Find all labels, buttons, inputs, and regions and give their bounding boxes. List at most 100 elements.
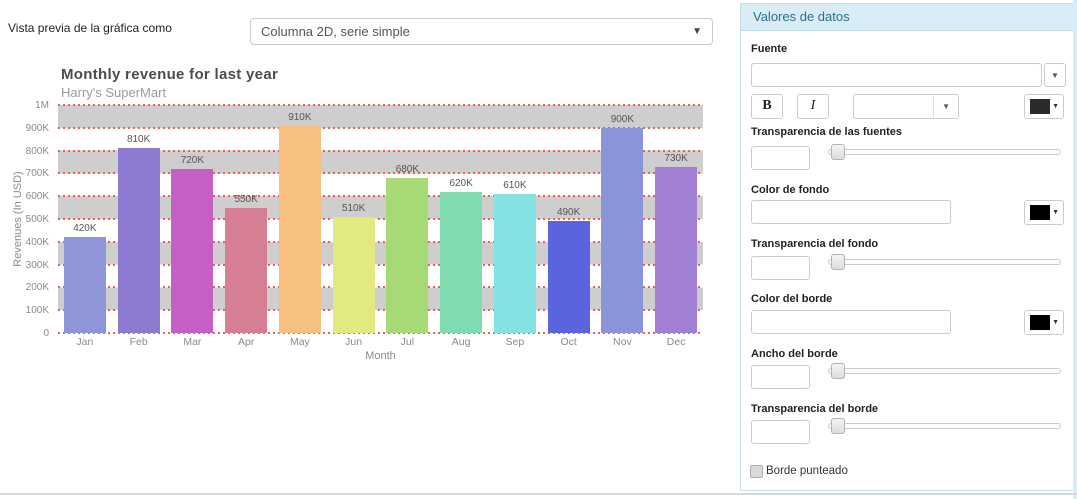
- background-transparency-input[interactable]: [751, 256, 810, 280]
- y-tick-label: 400K: [25, 236, 49, 248]
- y-tick-label: 800K: [25, 145, 49, 157]
- font-label: Fuente: [751, 43, 788, 55]
- bar-value-label: 610K: [503, 179, 527, 191]
- y-tick-label: 1M: [35, 100, 49, 111]
- bar-slot: 610K: [488, 105, 542, 333]
- preview-as-label: Vista previa de la gráfica como: [8, 21, 172, 35]
- slider-handle[interactable]: [831, 418, 845, 434]
- x-tick-label: Jun: [345, 336, 363, 348]
- font-family-dropdown-button[interactable]: ▼: [1044, 63, 1066, 87]
- color-swatch: [1030, 205, 1050, 220]
- x-tick-label: Aug: [451, 336, 471, 348]
- color-swatch: [1030, 99, 1050, 114]
- border-width-slider[interactable]: [828, 363, 1061, 379]
- panel-edge-strip: [1073, 0, 1077, 499]
- bar-feb[interactable]: [117, 148, 160, 333]
- chevron-down-icon: ▼: [1052, 319, 1059, 326]
- page-bottom-divider: [0, 493, 1077, 495]
- border-width-input[interactable]: [751, 365, 810, 389]
- background-transparency-slider[interactable]: [828, 254, 1061, 270]
- x-tick-label: Sep: [505, 336, 525, 348]
- border-color-input[interactable]: [751, 310, 951, 334]
- y-tick-label: 300K: [25, 259, 49, 271]
- y-tick-label: 700K: [25, 168, 49, 180]
- bar-apr[interactable]: [225, 207, 268, 333]
- bar-value-label: 680K: [395, 163, 420, 175]
- plot-area: 420K 810K 720K 550K 910K 510K 680K 620K 610K 490K…: [58, 104, 703, 334]
- border-color-picker[interactable]: ▼: [1024, 310, 1064, 335]
- bar-value-label: 720K: [180, 154, 205, 166]
- data-values-panel: Valores de datos Fuente ▼ B I ▼ ▼ Transp…: [740, 3, 1074, 491]
- background-color-picker[interactable]: ▼: [1024, 200, 1064, 225]
- bar-value-label: 810K: [126, 134, 151, 146]
- x-tick-label: Apr: [237, 336, 255, 348]
- chevron-down-icon: ▼: [942, 102, 950, 111]
- x-tick-label: Feb: [129, 336, 148, 348]
- bar-slot: 810K: [112, 105, 166, 333]
- y-tick-label: 900K: [25, 122, 49, 134]
- bar-slot: 620K: [434, 105, 488, 333]
- y-tick-label: 500K: [25, 214, 49, 225]
- x-tick-label: Dec: [666, 336, 686, 348]
- bar-slot: 550K: [219, 105, 273, 333]
- font-size-select[interactable]: ▼: [853, 94, 959, 119]
- bar-slot: 680K: [381, 105, 435, 333]
- color-swatch: [1030, 315, 1050, 330]
- bar-value-label: 550K: [234, 193, 258, 205]
- chart-title: Monthly revenue for last year: [61, 66, 279, 83]
- bar-value-label: 510K: [341, 202, 366, 214]
- bar-slot: 420K: [58, 105, 112, 333]
- bold-button[interactable]: B: [751, 94, 783, 119]
- y-tick-label: 0: [43, 328, 49, 339]
- border-transparency-input[interactable]: [751, 420, 810, 444]
- bar-jan[interactable]: [63, 237, 106, 333]
- bar-jul[interactable]: [386, 177, 429, 333]
- bar-aug[interactable]: [440, 191, 483, 333]
- divider: [933, 95, 934, 118]
- bar-slot: 490K: [542, 105, 596, 333]
- border-transparency-slider[interactable]: [828, 418, 1061, 434]
- bar-slot: 900K: [596, 105, 650, 333]
- dotted-border-checkbox[interactable]: [750, 465, 763, 478]
- slider-handle[interactable]: [831, 144, 845, 160]
- bar-nov[interactable]: [601, 127, 644, 333]
- bar-may[interactable]: [278, 125, 321, 333]
- border-color-label: Color del borde: [751, 293, 833, 305]
- y-tick-label: 100K: [25, 305, 49, 317]
- italic-button[interactable]: I: [797, 94, 829, 119]
- slider-handle[interactable]: [831, 254, 845, 270]
- chart-type-select[interactable]: Columna 2D, serie simple ▼: [250, 18, 713, 45]
- border-width-label: Ancho del borde: [751, 348, 838, 360]
- bar-value-label: 420K: [73, 223, 97, 235]
- slider-handle[interactable]: [831, 363, 845, 379]
- x-axis-title: Month: [365, 350, 396, 362]
- bar-value-label: 730K: [664, 152, 688, 164]
- y-tick-label: 600K: [25, 191, 49, 203]
- font-color-picker[interactable]: ▼: [1024, 94, 1064, 119]
- background-color-input[interactable]: [751, 200, 951, 224]
- font-transparency-slider[interactable]: [828, 144, 1061, 160]
- x-tick-label: May: [289, 336, 310, 348]
- bar-jun[interactable]: [332, 216, 375, 333]
- bar-value-label: 620K: [449, 177, 473, 189]
- dotted-border-label: Borde punteado: [766, 465, 848, 477]
- border-transparency-label: Transparencia del borde: [751, 403, 879, 415]
- bar-oct[interactable]: [547, 221, 590, 333]
- bar-dec[interactable]: [655, 166, 698, 333]
- bar-sep[interactable]: [493, 193, 536, 333]
- chevron-down-icon: ▼: [692, 26, 702, 37]
- bar-mar[interactable]: [171, 168, 214, 333]
- bar-value-label: 900K: [610, 113, 635, 125]
- chart-type-selected-value: Columna 2D, serie simple: [261, 24, 410, 39]
- font-family-input[interactable]: [751, 63, 1042, 87]
- chevron-down-icon: ▼: [1051, 71, 1059, 80]
- y-tick-label: 200K: [25, 282, 49, 294]
- font-size-selected-value: [854, 99, 860, 113]
- font-transparency-label: Transparencia de las fuentes: [751, 126, 903, 138]
- font-transparency-input[interactable]: [751, 146, 810, 170]
- bar-value-label: 910K: [288, 111, 312, 123]
- x-tick-label: Oct: [560, 336, 577, 348]
- bar-value-label: 490K: [556, 207, 581, 219]
- chart-subtitle: Harry's SuperMart: [61, 85, 167, 100]
- chart-editor-page: Vista previa de la gráfica como Columna …: [0, 0, 1077, 499]
